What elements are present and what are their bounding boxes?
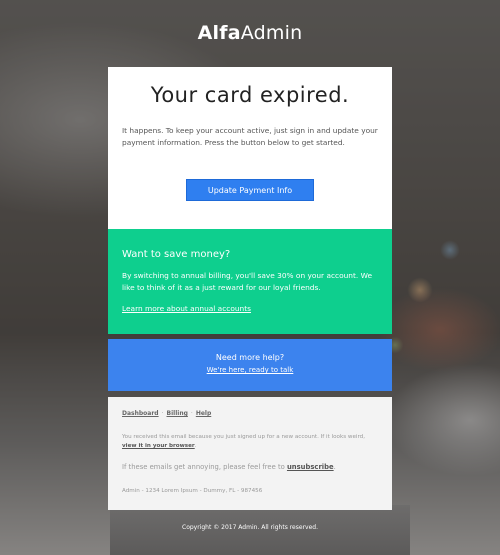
company-address: Admin - 1234 Lorem Ipsum - Dummy, FL - 9…	[122, 488, 263, 494]
contact-support-link[interactable]: We're here, ready to talk	[108, 366, 392, 374]
logo-bold-text: Alfa	[197, 22, 241, 44]
brand-logo[interactable]: AlfaAdmin	[0, 22, 500, 44]
link-separator: ·	[161, 410, 164, 417]
main-message: It happens. To keep your account active,…	[122, 126, 378, 147]
help-panel: Need more help? We're here, ready to tal…	[108, 339, 392, 391]
notice-suffix: .	[194, 443, 197, 449]
unsubscribe-text: If these emails get annoying, please fee…	[122, 463, 285, 471]
annual-accounts-link[interactable]: Learn more about annual accounts	[122, 304, 251, 313]
page-title: Your card expired.	[150, 83, 350, 107]
main-card: Your card expired. It happens. To keep y…	[108, 67, 392, 229]
billing-link[interactable]: Billing	[167, 410, 188, 417]
dashboard-link[interactable]: Dashboard	[122, 410, 159, 417]
signup-notice: You received this email because you just…	[122, 433, 380, 451]
notice-text: You received this email because you just…	[122, 434, 366, 440]
unsubscribe-notice: If these emails get annoying, please fee…	[122, 463, 336, 471]
copyright: Copyright © 2017 Admin. All rights reser…	[182, 524, 318, 531]
view-in-browser-link[interactable]: view it in your browser	[122, 443, 195, 449]
footer-panel: Dashboard · Billing · Help You received this…	[108, 397, 392, 510]
link-separator: ·	[190, 410, 193, 417]
footer-links: Dashboard · Billing · Help	[122, 410, 211, 417]
update-payment-button[interactable]: Update Payment Info	[186, 179, 314, 201]
help-link[interactable]: Help	[196, 410, 211, 417]
help-heading: Need more help?	[215, 353, 285, 362]
promo-panel: Want to save money? By switching to annu…	[108, 229, 392, 334]
unsubscribe-link[interactable]: unsubscribe	[287, 463, 334, 471]
promo-heading: Want to save money?	[122, 249, 231, 260]
promo-text: By switching to annual billing, you'll s…	[122, 271, 373, 292]
unsubscribe-suffix: .	[333, 463, 336, 471]
logo-light-text: Admin	[240, 22, 303, 44]
